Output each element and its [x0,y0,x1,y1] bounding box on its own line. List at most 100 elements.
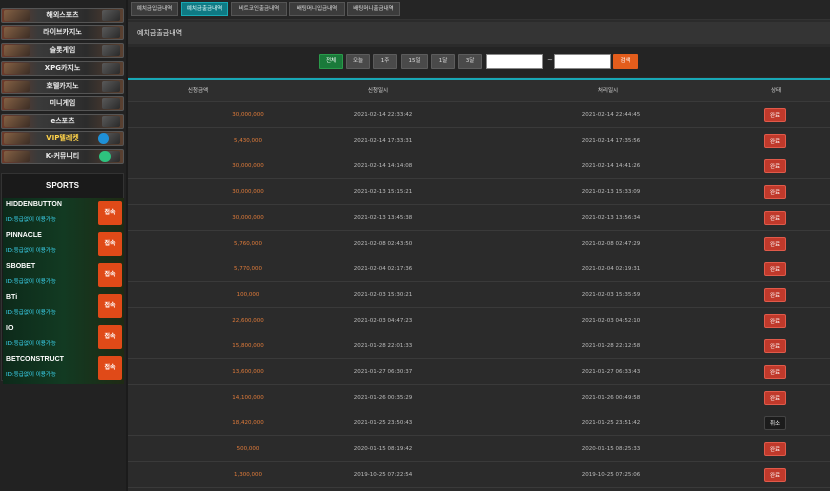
end-date-input[interactable] [554,54,611,69]
amount-cell: 30,000,000 [232,163,264,170]
table-row: 5,770,000 2021-02-04 02:17:36 2021-02-04 0… [128,256,830,283]
provider-connect-button[interactable]: 접속 [98,263,122,287]
status-badge: 완료 [764,442,786,457]
header-status: 상태 [770,88,782,94]
amount-cell: 22,600,000 [232,317,264,324]
sidebar-menu-item[interactable]: 슬롯게임 [1,43,124,58]
table-row: 15,800,000 2021-01-28 22:01:33 2021-01-28 … [128,333,830,360]
menu-thumbnail-icon [4,63,30,74]
table-row: 14,100,000 2021-01-26 00:35:29 2021-01-26 … [128,384,830,411]
header-requested: 신청일시 [367,88,389,94]
provider-connect-button[interactable]: 접속 [98,325,122,349]
sidebar-menu-item[interactable]: 미니게임 [1,96,124,111]
table-row: 500,000 2020-01-15 08:19:42 2020-01-15 08:… [128,436,830,463]
processed-time-cell: 2021-02-13 15:33:09 [581,189,641,196]
period-button[interactable]: 15일 [401,54,428,69]
sidebar-menu-label: e스포츠 [50,117,75,125]
provider-connect-button[interactable]: 접속 [98,294,122,318]
requested-time-cell: 2021-01-27 06:30:37 [353,369,413,375]
processed-time-cell: 2021-01-27 06:33:43 [581,369,641,375]
amount-cell: 14,100,000 [232,394,264,401]
sidebar: 해외스포츠라이브카지노슬롯게임 XPG카지노호텔카지노미니게임 e스포츠 VIP텔레켓… [0,0,126,491]
processed-time-cell: 2021-01-26 00:49:58 [581,394,641,401]
tab-item[interactable]: 배팅머니출금내역 [347,2,400,16]
menu-decoration-icon [102,63,120,74]
menu-thumbnail-icon [4,45,30,56]
period-button[interactable]: 1주 [373,54,397,69]
processed-time-cell: 2021-01-28 22:12:58 [581,343,641,350]
sidebar-menu-item[interactable]: 호텔카지노 [1,79,124,94]
tab-item[interactable]: 예치금출금내역 [181,2,228,16]
sidebar-menu-label: 호텔카지노 [46,82,79,90]
status-badge: 취소 [764,416,786,431]
menu-thumbnail-icon [4,27,30,38]
processed-time-cell: 2021-02-14 14:41:26 [581,163,641,170]
header-amount: 신청금액 [187,88,209,94]
table-header: 신청금액 신청일시 처리일시 상태 [128,80,830,102]
menu-thumbnail-icon [4,133,30,144]
start-date-input[interactable] [486,54,543,69]
sidebar-menu-item[interactable]: VIP텔레켓 [1,131,124,146]
sidebar-menu-item[interactable]: 라이브카지노 [1,25,124,40]
period-button[interactable]: 1달 [431,54,455,69]
provider-row: HIDDENBUTTON ID:등급없이 이용가능 접속 [3,198,124,229]
processed-time-cell: 2019-10-25 07:25:06 [581,471,641,478]
amount-cell: 15,800,000 [232,343,264,350]
sports-title: SPORTS [46,181,79,190]
amount-cell: 5,770,000 [234,266,262,273]
amount-cell: 5,430,000 [234,137,262,144]
date-separator: ~ [547,56,553,64]
status-badge: 완료 [764,159,786,174]
status-badge: 완료 [764,365,786,379]
processed-time-cell: 2021-02-03 15:35:59 [581,291,641,298]
sports-panel: SPORTS HIDDENBUTTON ID:등급없이 이용가능 접속 PINNACL… [1,173,124,384]
header-processed: 처리일시 [597,88,619,94]
tab-item[interactable]: 배팅머니입금내역 [289,2,345,16]
table-row: 5,430,000 2021-02-14 17:33:31 2021-02-14 1… [128,127,830,154]
provider-note: ID:등급없이 이용가능 [6,279,56,285]
status-badge: 완료 [764,236,786,251]
table-row: 18,420,000 2021-01-25 23:50:43 2021-01-25 … [128,410,830,437]
tab-item[interactable]: 예치금입금내역 [131,2,178,16]
page-title: 예치금출금내역 [128,22,830,44]
sidebar-menu-label: VIP텔레켓 [46,134,79,142]
tab-item[interactable]: 비트코인출금내역 [231,2,287,16]
requested-time-cell: 2019-10-25 07:22:54 [353,471,413,478]
sidebar-menu-item[interactable]: 해외스포츠 [1,8,124,23]
sidebar-menu-label: 해외스포츠 [46,11,79,19]
amount-cell: 1,300,000 [234,471,262,478]
requested-time-cell: 2021-01-25 23:50:43 [353,420,413,427]
menu-decoration-icon [102,98,120,109]
provider-row: PINNACLE ID:등급없이 이용가능 접속 [3,229,124,260]
provider-note: ID:등급없이 이용가능 [6,248,56,254]
processed-time-cell: 2021-02-14 22:44:45 [581,112,641,118]
status-badge: 완료 [764,108,786,122]
requested-time-cell: 2021-02-14 17:33:31 [353,137,413,144]
period-button[interactable]: 오늘 [346,54,370,69]
sidebar-menu-item[interactable]: K-커뮤니티 [1,149,124,164]
status-badge: 완료 [764,210,786,225]
requested-time-cell: 2021-02-14 22:33:42 [353,112,413,118]
provider-note: ID:등급없이 이용가능 [6,310,56,316]
sidebar-menu-item[interactable]: XPG카지노 [1,61,124,76]
provider-connect-button[interactable]: 접속 [98,232,122,256]
sidebar-menu-label: 라이브카지노 [43,28,82,36]
provider-logo: HIDDENBUTTON [6,201,62,208]
search-button[interactable]: 검색 [613,54,638,69]
provider-connect-button[interactable]: 접속 [98,201,122,225]
sidebar-menu-item[interactable]: e스포츠 [1,114,124,129]
table-row: 30,000,000 2021-02-14 22:33:42 2021-02-14 … [128,102,830,128]
period-button[interactable]: 3달 [458,54,482,69]
status-badge: 완료 [764,390,786,405]
requested-time-cell: 2021-02-13 15:15:21 [353,189,413,196]
provider-row: SBOBET ID:등급없이 이용가능 접속 [3,260,124,291]
table-row: 5,760,000 2021-02-08 02:43:50 2021-02-08 0… [128,230,830,257]
period-button[interactable]: 전체 [319,54,343,69]
amount-cell: 30,000,000 [232,214,264,221]
provider-connect-button[interactable]: 접속 [98,356,122,380]
status-badge: 완료 [764,262,786,277]
provider-row: IO ID:등급없이 이용가능 접속 [3,322,124,353]
status-badge: 완료 [764,467,786,482]
provider-row: BTi ID:등급없이 이용가능 접속 [3,291,124,322]
provider-logo: SBOBET [6,263,36,270]
